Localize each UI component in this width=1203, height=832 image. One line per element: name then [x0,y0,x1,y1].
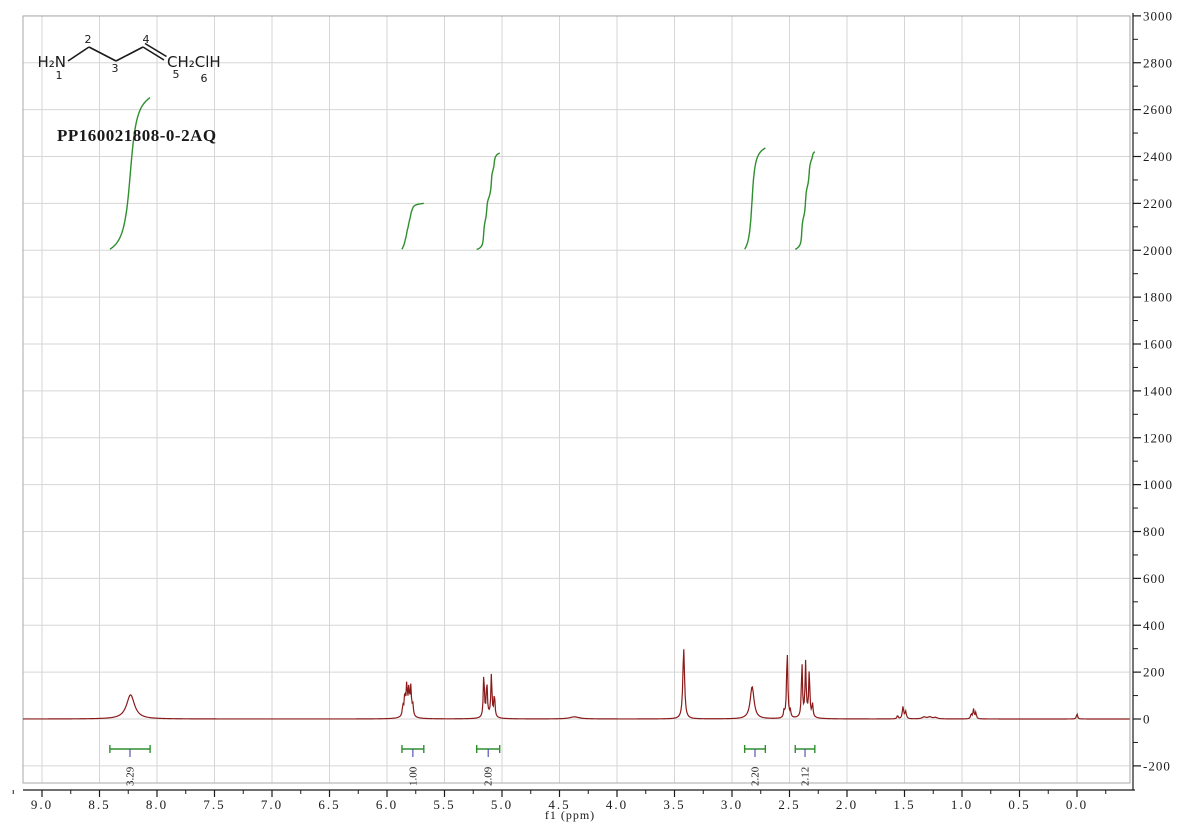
atom-number-4: 4 [143,33,150,46]
bond-lines [68,44,167,62]
integral-curve [795,152,815,250]
y-axis: 3000280026002400220020001800160014001200… [1133,8,1173,790]
x-tick-label: 6.0 [376,797,398,812]
spectrum-trace [23,649,1130,719]
y-tick-label: 800 [1143,524,1166,539]
atom-number-2: 2 [85,33,92,46]
x-tick-label: 3.5 [663,797,685,812]
x-tick-label: 7.5 [203,797,225,812]
sample-title: PP160021808-0-2AQ [57,126,217,145]
nmr-spectrum-canvas: 3.291.002.092.202.12 9.08.58.07.57.06.56… [0,0,1203,832]
y-tick-label: 1400 [1143,383,1173,398]
y-tick-label: 1200 [1143,430,1173,445]
y-tick-label: 400 [1143,618,1166,633]
integral-curve [477,153,500,249]
y-tick-label: 200 [1143,665,1166,680]
atom-number-5: 5 [173,68,180,81]
integral-value-label: 2.09 [483,766,495,786]
y-tick-label: 2800 [1143,55,1173,70]
x-tick-label: 8.0 [146,797,168,812]
x-tick-label: 5.0 [491,797,513,812]
x-tick-label: 4.0 [606,797,628,812]
y-tick-label: 3000 [1143,8,1173,23]
x-tick-label: 5.5 [433,797,455,812]
x-tick-label: 1.5 [893,797,915,812]
x-tick-label: 8.5 [88,797,110,812]
x-tick-label: 6.5 [318,797,340,812]
y-tick-label: 0 [1143,712,1151,727]
integral-curve [110,98,150,250]
integral-curves [110,98,815,250]
integral-value-label: 1.00 [407,766,419,786]
integral-value-label: 3.29 [125,766,137,786]
integral-curve [745,148,766,249]
x-tick-label: 2.5 [778,797,800,812]
x-tick-label: 9.0 [31,797,53,812]
integral-curve [402,203,424,249]
nmr-plot: 3.291.002.092.202.12 9.08.58.07.57.06.56… [0,0,1203,832]
y-tick-label: 2200 [1143,196,1173,211]
molecular-structure: H₂N CH₂ClH 1 2 3 4 5 6 [37,33,220,85]
x-axis-title: f1 (ppm) [545,808,595,822]
atom-number-3: 3 [112,62,119,75]
x-tick-label: 0.0 [1066,797,1088,812]
y-tick-label: 2400 [1143,149,1173,164]
y-tick-label: 2600 [1143,102,1173,117]
y-tick-label: 1800 [1143,290,1173,305]
x-tick-label: 3.0 [721,797,743,812]
y-tick-label: -200 [1143,758,1171,773]
x-tick-label: 7.0 [261,797,283,812]
atom-number-6: 6 [201,72,208,85]
spectrum-path [23,649,1130,719]
y-tick-label: 1000 [1143,477,1173,492]
y-tick-label: 2000 [1143,243,1173,258]
integral-value-label: 2.20 [750,766,762,786]
y-tick-label: 600 [1143,571,1166,586]
y-tick-label: 1600 [1143,337,1173,352]
x-tick-label: 2.0 [836,797,858,812]
x-tick-label: 0.5 [1008,797,1030,812]
x-tick-label: 1.0 [951,797,973,812]
atom-number-1: 1 [56,69,63,82]
integral-value-label: 2.12 [800,767,812,786]
